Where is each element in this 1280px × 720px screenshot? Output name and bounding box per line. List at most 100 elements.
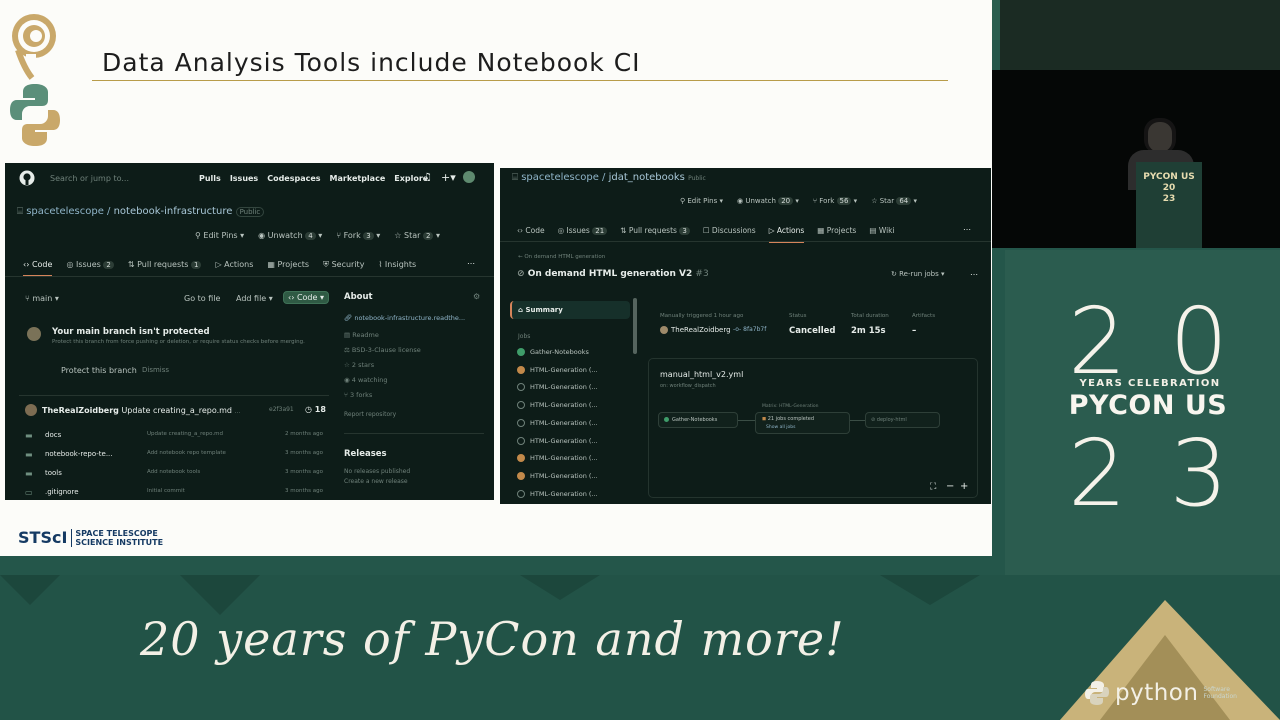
file-name[interactable]: notebook-repo-te... — [45, 450, 113, 458]
sidebar-job-item[interactable]: HTML-Generation (... — [517, 418, 598, 427]
sidebar-job-item[interactable]: HTML-Generation (... — [517, 471, 598, 480]
file-name[interactable]: .gitignore — [45, 488, 79, 496]
file-commit-message[interactable]: Add notebook tools — [147, 469, 200, 475]
tab-count: 3 — [679, 227, 690, 235]
status-value: Cancelled — [789, 326, 836, 336]
repo-owner-link[interactable]: spacetelescope — [521, 172, 599, 183]
book-icon: ▤ — [869, 226, 879, 235]
presentation-slide: Data Analysis Tools include Notebook CI … — [0, 0, 992, 556]
add-file-label: Add file — [236, 294, 267, 303]
more-icon[interactable]: ⋯ — [970, 270, 978, 279]
tab-projects[interactable]: ▦ Projects — [267, 260, 309, 277]
file-commit-message[interactable]: Initial commit — [147, 488, 185, 494]
show-all-jobs-link[interactable]: Show all jobs — [766, 425, 795, 430]
fork-icon: ⑂ — [336, 231, 344, 240]
sidebar-job-item[interactable]: HTML-Generation (... — [517, 436, 598, 445]
commit-history[interactable]: ◷ 18 — [305, 405, 326, 414]
about-item-label: BSD-3-Clause license — [351, 346, 421, 354]
commit-link[interactable]: -o- 8fa7b7f — [733, 326, 766, 333]
fork-button[interactable]: ⑂ Fork 3 ▾ — [336, 231, 380, 240]
about-item[interactable]: ⑂ 3 forks — [344, 391, 372, 399]
sidebar-job-item[interactable]: HTML-Generation (... — [517, 365, 598, 374]
about-item[interactable]: ▤ Readme — [344, 331, 379, 339]
more-icon[interactable]: ⋯ — [963, 225, 971, 234]
python-logo-text: python — [1115, 680, 1199, 706]
search-input[interactable]: Search or jump to... — [50, 174, 129, 183]
sidebar-job-item[interactable]: Gather-Notebooks — [517, 348, 589, 356]
unwatch-button[interactable]: ◉ Unwatch 4 ▾ — [258, 231, 322, 240]
law-icon: ⚖ — [344, 346, 352, 354]
nav-pulls[interactable]: Pulls — [199, 174, 221, 183]
about-item[interactable]: ◉ 4 watching — [344, 376, 388, 384]
sidebar-job-item[interactable]: HTML-Generation (... — [517, 401, 598, 410]
about-item[interactable]: ⚖ BSD-3-Clause license — [344, 346, 421, 354]
tab-security[interactable]: ⛨ Security — [323, 260, 364, 277]
github-logo-icon[interactable] — [19, 170, 35, 186]
nav-marketplace[interactable]: Marketplace — [330, 174, 386, 183]
back-to-workflow-link[interactable]: ← On demand HTML generation — [518, 254, 605, 260]
issue-icon: ◎ — [557, 226, 567, 235]
code-button[interactable]: ‹› Code ▾ — [283, 291, 329, 304]
trigger-user[interactable]: TheRealZoidberg — [671, 326, 731, 334]
nav-codespaces[interactable]: Codespaces — [267, 174, 320, 183]
tab-issues[interactable]: ◎ Issues 2 — [66, 260, 114, 277]
go-to-file-button[interactable]: Go to file — [184, 294, 220, 303]
file-commit-message[interactable]: Add notebook repo template — [147, 450, 226, 456]
commit-hash[interactable]: e2f3a91 — [269, 406, 294, 413]
more-icon[interactable]: ⋯ — [467, 259, 475, 268]
about-title: About — [344, 292, 373, 302]
about-item[interactable]: ☆ 2 stars — [344, 361, 374, 369]
sidebar-job-item[interactable]: HTML-Generation (... — [517, 454, 598, 463]
add-file-button[interactable]: Add file ▾ — [236, 294, 273, 303]
protect-branch-button[interactable]: Protect this branch — [61, 366, 137, 375]
fork-button[interactable]: ⑂ Fork 56 ▾ — [813, 197, 857, 205]
job-label: HTML-Generation (... — [530, 418, 598, 427]
graph-job-deploy[interactable]: ⊘ deploy-html — [871, 417, 907, 423]
avatar — [660, 326, 668, 334]
tab-insights[interactable]: ⌇ Insights — [378, 260, 416, 277]
commit-message[interactable]: Update creating_a_repo.md — [121, 406, 232, 415]
dismiss-button[interactable]: Dismiss — [142, 366, 169, 374]
rerun-jobs-button[interactable]: ↻ Re-run jobs ▾ — [891, 270, 945, 278]
commit-author[interactable]: TheRealZoidberg — [42, 406, 119, 415]
create-new-icon[interactable]: +▾ — [441, 171, 456, 184]
visibility-badge: Public — [688, 175, 706, 182]
star-button[interactable]: ☆ Star 64 ▾ — [871, 197, 917, 205]
edit-pins-button[interactable]: ⚲ Edit Pins ▾ — [680, 197, 723, 205]
python-logo-subtext-line2: Foundation — [1203, 693, 1237, 700]
divider — [500, 241, 991, 242]
tab-code[interactable]: ‹› Code — [23, 260, 53, 277]
zoom-fit-icon[interactable]: ⛶ — [930, 482, 936, 492]
tab-actions[interactable]: ▷ Actions — [215, 260, 253, 277]
summary-link[interactable]: ⌂ Summary — [518, 306, 563, 314]
report-repository-link[interactable]: Report repository — [344, 411, 396, 418]
repo-name-link[interactable]: jdat_notebooks — [609, 172, 685, 183]
repo-tabs: ‹› Code ◎ Issues 2 ⇅ Pull requests 1 ▷ A… — [23, 260, 416, 277]
notifications-icon[interactable]: ♫ — [423, 172, 432, 183]
commit-expand[interactable]: ... — [235, 408, 241, 415]
star-button[interactable]: ☆ Star 2 ▾ — [394, 231, 440, 240]
tab-pull-requests[interactable]: ⇅ Pull requests 1 — [128, 260, 202, 277]
nav-issues[interactable]: Issues — [230, 174, 258, 183]
unwatch-button[interactable]: ◉ Unwatch 20 ▾ — [737, 197, 799, 205]
repo-name-link[interactable]: notebook-infrastructure — [114, 206, 233, 217]
create-release-link[interactable]: Create a new release — [344, 478, 408, 485]
graph-job-gather[interactable]: Gather-Notebooks — [664, 417, 717, 423]
zoom-in-icon[interactable]: + — [960, 481, 968, 492]
edit-pins-button[interactable]: ⚲ Edit Pins ▾ — [195, 231, 244, 240]
podium-label-line3: 23 — [1162, 194, 1176, 204]
gear-icon[interactable]: ⚙ — [473, 292, 480, 301]
zoom-out-icon[interactable]: − — [946, 481, 954, 492]
graph-matrix-jobs[interactable]: ◼ 21 jobs completed — [762, 416, 814, 422]
repo-owner-link[interactable]: spacetelescope — [26, 206, 104, 217]
branch-selector[interactable]: ⑂ main ▾ — [25, 294, 59, 303]
sidebar-scrollbar[interactable] — [633, 298, 637, 354]
sidebar-job-item[interactable]: HTML-Generation (... — [517, 489, 598, 498]
about-homepage-link[interactable]: 🔗︎ notebook-infrastructure.readthe... — [344, 314, 465, 322]
file-commit-message[interactable]: Update creating_a_repo.md — [147, 431, 223, 437]
tab-label: Projects — [826, 226, 857, 235]
sidebar-job-item[interactable]: HTML-Generation (... — [517, 383, 598, 392]
avatar[interactable] — [463, 171, 475, 183]
file-name[interactable]: tools — [45, 469, 62, 477]
file-name[interactable]: docs — [45, 431, 61, 439]
